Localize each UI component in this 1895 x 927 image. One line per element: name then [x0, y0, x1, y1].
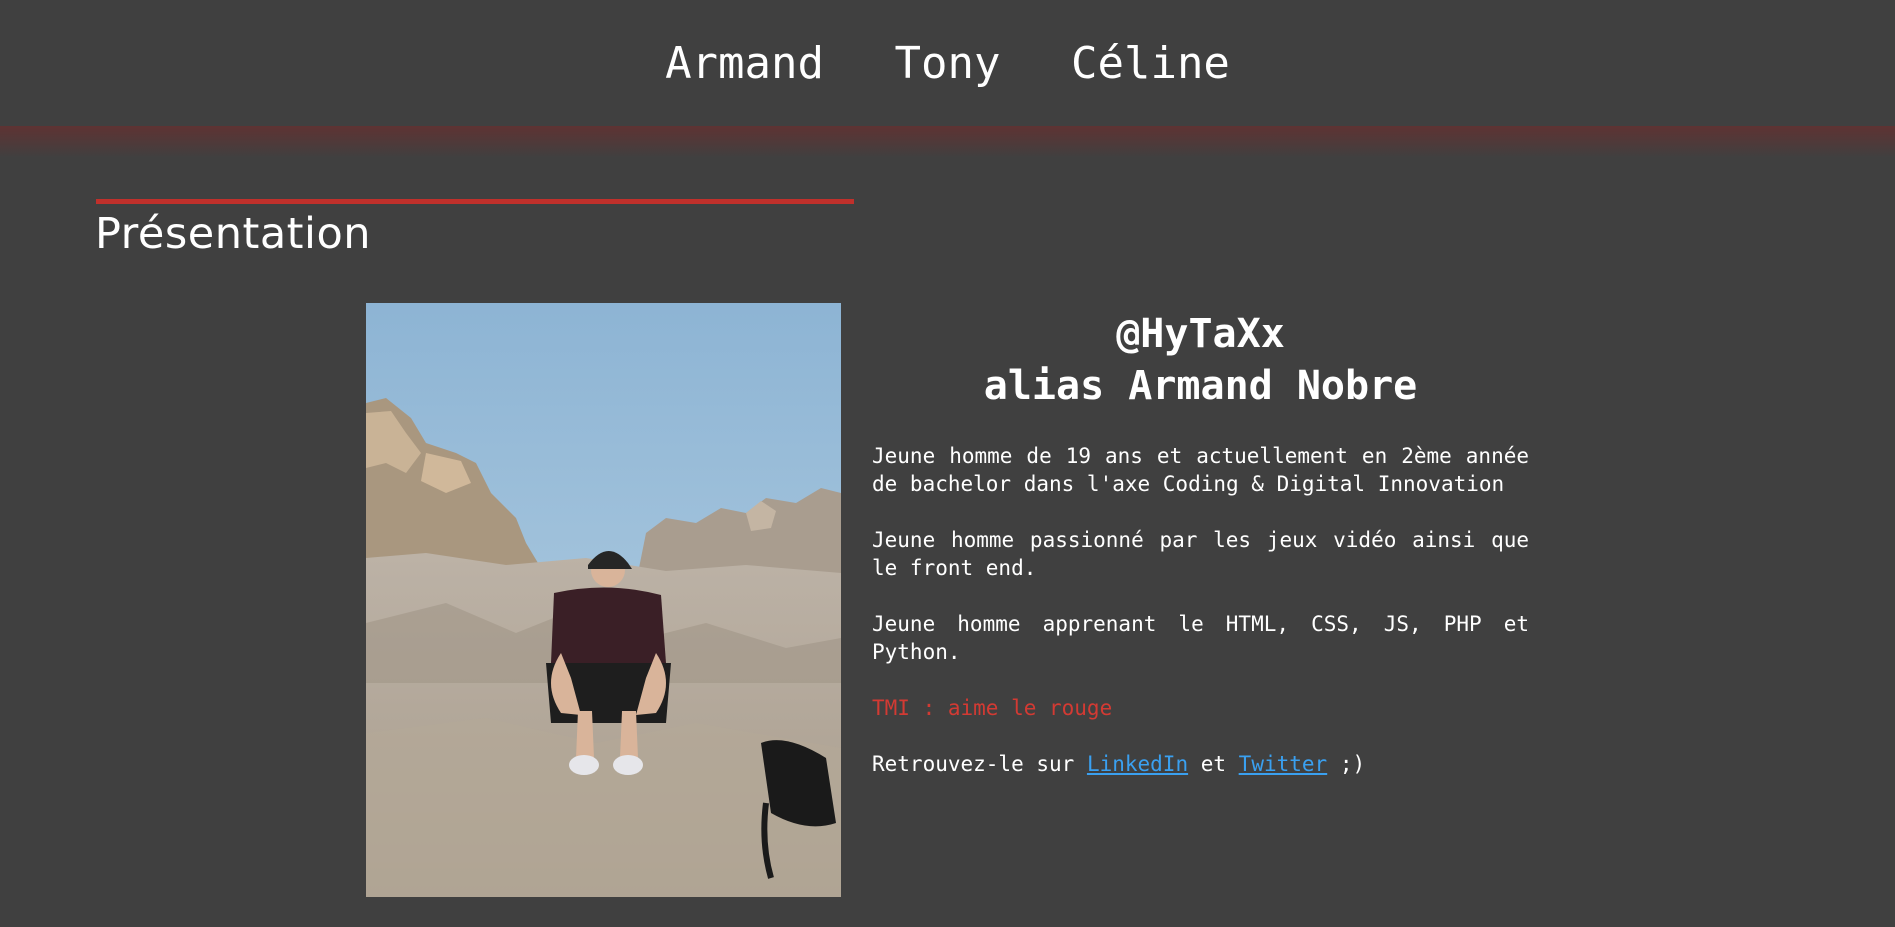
- twitter-link[interactable]: Twitter: [1239, 752, 1328, 776]
- bio-tmi: TMI : aime le rouge: [872, 696, 1113, 720]
- bio-paragraph-passion: Jeune homme passionné par les jeux vidéo…: [872, 528, 1529, 580]
- nav-shadow-divider: [0, 126, 1895, 158]
- linkedin-link[interactable]: LinkedIn: [1087, 752, 1188, 776]
- profile-handle: @HyTaXx: [1116, 311, 1285, 357]
- nav-link-celine[interactable]: Céline: [1071, 36, 1230, 92]
- portrait-photo-icon: [366, 303, 841, 897]
- find-suffix: ;): [1327, 752, 1366, 776]
- portrait-photo: [366, 303, 841, 897]
- profile-bio: @HyTaXx alias Armand Nobre Jeune homme d…: [872, 303, 1529, 778]
- section-title: Présentation: [95, 209, 372, 259]
- profile-alias: alias Armand Nobre: [983, 363, 1418, 409]
- bio-paragraph-study: Jeune homme de 19 ans et actuellement en…: [872, 444, 1529, 496]
- nav-links: Armand Tony Céline: [0, 36, 1895, 92]
- bio-paragraph-skills: Jeune homme apprenant le HTML, CSS, JS, …: [872, 612, 1529, 664]
- nav-link-armand[interactable]: Armand: [665, 36, 824, 92]
- find-prefix: Retrouvez-le sur: [872, 752, 1087, 776]
- find-and: et: [1188, 752, 1239, 776]
- nav-link-tony[interactable]: Tony: [895, 36, 1001, 92]
- section-accent-rule: [96, 199, 854, 204]
- top-navigation: Armand Tony Céline: [0, 0, 1895, 128]
- bio-find-links: Retrouvez-le sur LinkedIn et Twitter ;): [872, 750, 1529, 778]
